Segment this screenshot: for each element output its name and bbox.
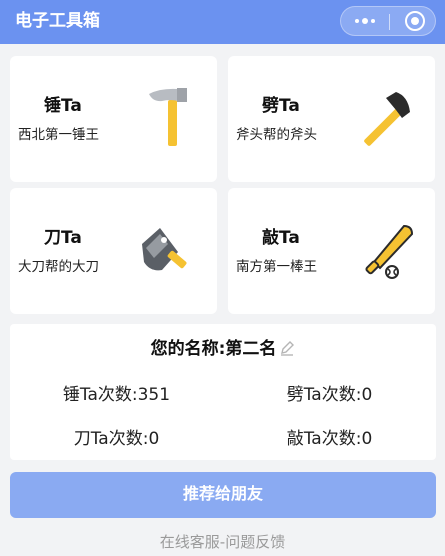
share-button[interactable]: 推荐给朋友 bbox=[10, 472, 436, 518]
hammer-icon bbox=[149, 88, 187, 146]
bat-count: 敲Ta次数:0 bbox=[286, 429, 373, 449]
page-title: 电子工具箱 bbox=[15, 11, 100, 31]
tool-subtitle: 大刀帮的大刀 bbox=[18, 259, 99, 275]
tool-subtitle: 南方第一棒王 bbox=[236, 259, 317, 275]
tool-card-bat[interactable]: 敲Ta 南方第一棒王 bbox=[228, 188, 435, 314]
knife-count: 刀Ta次数:0 bbox=[73, 429, 160, 449]
feedback-link[interactable]: 在线客服-问题反馈 bbox=[0, 531, 445, 553]
tool-subtitle: 斧头帮的斧头 bbox=[236, 127, 317, 143]
capsule-menu bbox=[340, 6, 436, 36]
edit-pencil-icon[interactable] bbox=[279, 340, 295, 356]
hammer-count: 锤Ta次数:351 bbox=[62, 385, 171, 405]
axe-icon bbox=[364, 92, 410, 146]
tool-card-cleaver[interactable]: 刀Ta 大刀帮的大刀 bbox=[10, 188, 217, 314]
tool-card-axe[interactable]: 劈Ta 斧头帮的斧头 bbox=[228, 56, 435, 182]
capsule-divider bbox=[389, 14, 390, 30]
cleaver-icon bbox=[142, 228, 187, 271]
tool-title: 敲Ta bbox=[262, 228, 300, 248]
tool-title: 刀Ta bbox=[44, 228, 82, 248]
baseball-bat-icon bbox=[365, 224, 414, 279]
more-options-button[interactable] bbox=[341, 7, 389, 35]
tool-subtitle: 西北第一锤王 bbox=[18, 127, 99, 143]
tool-title: 锤Ta bbox=[44, 96, 82, 116]
close-miniprogram-icon[interactable] bbox=[405, 11, 425, 31]
tool-title: 劈Ta bbox=[262, 96, 300, 116]
user-name-row[interactable]: 您的名称:第二名 bbox=[10, 338, 436, 360]
navbar: 电子工具箱 bbox=[0, 0, 445, 44]
tool-card-hammer[interactable]: 锤Ta 西北第一锤王 bbox=[10, 56, 217, 182]
user-name-label: 您的名称:第二名 bbox=[150, 339, 277, 359]
stats-panel: 您的名称:第二名 锤Ta次数:351 劈Ta次数:0 刀Ta次数:0 敲Ta次数… bbox=[10, 324, 436, 460]
axe-count: 劈Ta次数:0 bbox=[286, 385, 373, 405]
